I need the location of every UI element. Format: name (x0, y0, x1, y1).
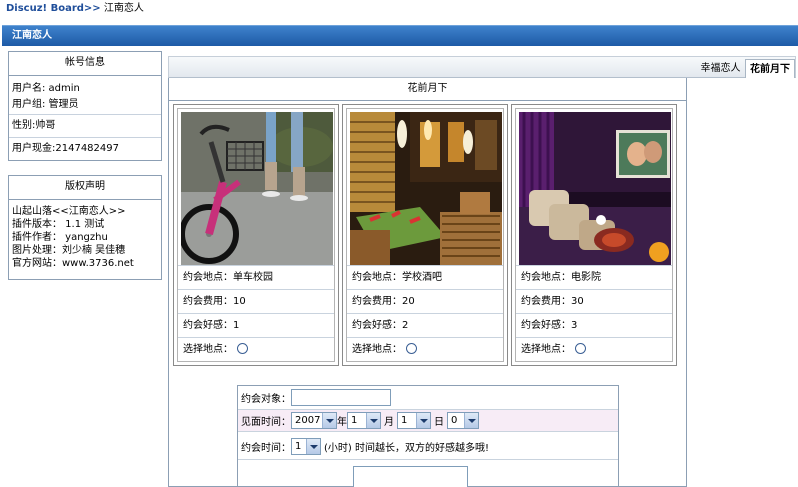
chevron-down-icon (416, 413, 430, 428)
tab-flowers-moon[interactable]: 花前月下 (745, 59, 795, 78)
chevron-down-icon (464, 413, 478, 428)
sidebar: 帐号信息 用户名: admin 用户组: 管理员 性别:帅哥 用户现金:2147… (2, 46, 166, 487)
year-value: 2007 (295, 415, 321, 426)
month-value: 1 (351, 415, 358, 426)
gender-text: 性别:帅哥 (9, 114, 161, 137)
year-select[interactable]: 2007 (291, 412, 337, 429)
day-value: 1 (401, 415, 408, 426)
bicycle-photo-art (181, 112, 333, 265)
copyright-line: 插件作者： yangzhu (12, 232, 108, 243)
account-info-header: 帐号信息 (9, 52, 161, 76)
tab-happy-lovers[interactable]: 幸福恋人 (696, 59, 745, 78)
copyright-line: 山起山落<<江南恋人>> (12, 206, 126, 217)
tab-bar: 幸福恋人 花前月下 (168, 56, 796, 78)
copyright-box: 版权声明 山起山落<<江南恋人>> 插件版本： 1.1 测试 插件作者： yan… (8, 175, 162, 280)
duration-label: 约会时间： (241, 442, 291, 454)
duration-row: 约会时间： 1 (小时) 时间越长，双方的好感越多哦! (238, 433, 618, 460)
cinema-photo (519, 112, 671, 265)
card-choose-row: 选择地点： (347, 337, 503, 360)
breadcrumb-separator: >> (83, 3, 101, 14)
hour-select[interactable]: 0 (447, 412, 479, 429)
location-radio[interactable] (406, 343, 417, 354)
breadcrumb: Discuz! Board>> 江南恋人 (6, 2, 144, 16)
date-panel: 花前月下 约会地点：单车校园 约会费用：10 约会好感：1 选择地点： 约会地点… (168, 78, 687, 487)
card-cost-text: 约会费用：20 (347, 289, 503, 312)
card-choose-row: 选择地点： (178, 337, 334, 360)
duration-note: (小时) 时间越长，双方的好感越多哦! (324, 442, 489, 454)
panel-title: 花前月下 (169, 78, 686, 101)
card-affinity-text: 约会好感：1 (178, 313, 334, 336)
card-affinity-text: 约会好感：2 (347, 313, 503, 336)
bar-photo (350, 112, 502, 265)
location-radio[interactable] (237, 343, 248, 354)
chevron-down-icon (366, 413, 380, 428)
usergroup-text: 用户组: 管理员 (12, 99, 79, 110)
choose-location-label: 选择地点： (521, 344, 571, 355)
account-info-box: 帐号信息 用户名: admin 用户组: 管理员 性别:帅哥 用户现金:2147… (8, 51, 162, 161)
card-affinity-text: 约会好感：3 (516, 313, 672, 336)
day-suffix: 日 (434, 417, 444, 428)
day-select[interactable]: 1 (397, 412, 431, 429)
choose-location-label: 选择地点： (352, 344, 402, 355)
location-radio[interactable] (575, 343, 586, 354)
year-suffix: 年 (337, 417, 347, 428)
hour-value: 0 (451, 415, 458, 426)
username-text: 用户名: admin (12, 83, 80, 94)
month-suffix: 月 (384, 417, 394, 428)
target-row: 约会对象： (238, 386, 618, 408)
bar-photo-art (350, 112, 502, 265)
copyright-header: 版权声明 (9, 176, 161, 200)
cash-text: 用户现金:2147482497 (9, 137, 161, 160)
message-textarea[interactable] (353, 466, 468, 487)
duration-select[interactable]: 1 (291, 437, 321, 455)
target-input[interactable] (291, 388, 391, 406)
target-label: 约会对象： (241, 393, 291, 405)
breadcrumb-current: 江南恋人 (103, 3, 144, 14)
copyright-line: 图片处理：刘少楠 吴佳穗 (12, 245, 126, 256)
bicycle-photo (181, 112, 333, 265)
page-title: 江南恋人 (12, 30, 52, 41)
date-location-card: 约会地点：电影院 约会费用：30 约会好感：3 选择地点： (511, 104, 677, 366)
copyright-line: 官方网站：www.3736.net (12, 258, 134, 269)
card-cost-text: 约会费用：10 (178, 289, 334, 312)
date-location-card: 约会地点：单车校园 约会费用：10 约会好感：1 选择地点： (173, 104, 339, 366)
card-place-text: 约会地点：学校酒吧 (347, 265, 503, 288)
date-form: 约会对象： 见面时间： 2007 年 1 月 1 日 0 约会时间： 1 (小时… (237, 385, 619, 487)
breadcrumb-home-link[interactable]: Discuz! Board (6, 3, 84, 14)
cinema-photo-art (519, 112, 671, 265)
card-choose-row: 选择地点： (516, 337, 672, 360)
chevron-down-icon (322, 413, 336, 428)
meet-time-row: 见面时间： 2007 年 1 月 1 日 0 (238, 409, 618, 432)
duration-value: 1 (295, 440, 302, 452)
chevron-down-icon (306, 438, 320, 454)
card-place-text: 约会地点：电影院 (516, 265, 672, 288)
meet-time-label: 见面时间： (241, 417, 291, 428)
page-title-bar: 江南恋人 (2, 25, 798, 46)
date-location-card: 约会地点：学校酒吧 约会费用：20 约会好感：2 选择地点： (342, 104, 508, 366)
choose-location-label: 选择地点： (183, 344, 233, 355)
main-content: 幸福恋人 花前月下 花前月下 约会地点：单车校园 约会费用：10 约会好感：1 … (168, 56, 796, 487)
card-place-text: 约会地点：单车校园 (178, 265, 334, 288)
card-cost-text: 约会费用：30 (516, 289, 672, 312)
month-select[interactable]: 1 (347, 412, 381, 429)
copyright-line: 插件版本： 1.1 测试 (12, 219, 105, 230)
